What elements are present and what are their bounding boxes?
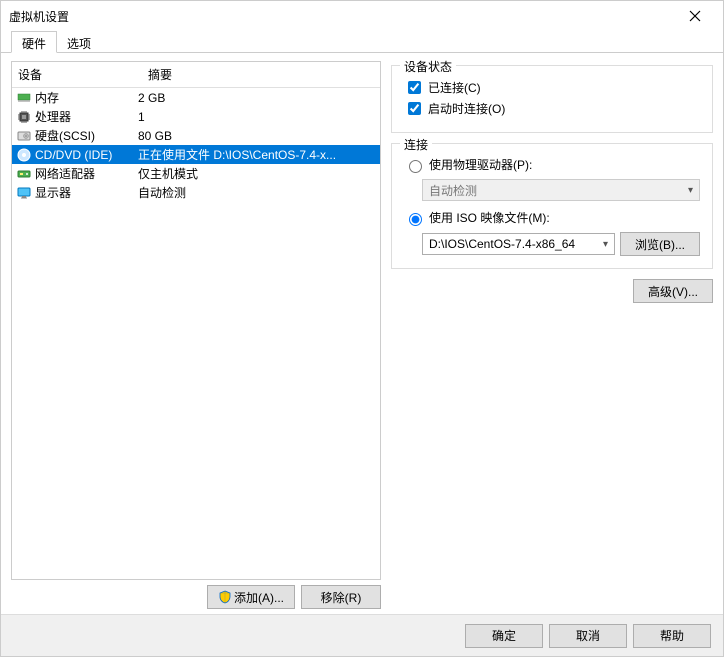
device-row[interactable]: 处理器 1 <box>12 107 380 126</box>
device-summary: 80 GB <box>138 129 376 143</box>
connected-label: 已连接(C) <box>428 79 481 96</box>
use-physical-radio-row[interactable]: 使用物理驱动器(P): <box>404 156 700 173</box>
help-button[interactable]: 帮助 <box>633 624 711 648</box>
net-icon <box>16 167 32 181</box>
dialog-button-bar: 确定 取消 帮助 <box>1 614 723 656</box>
device-row[interactable]: 网络适配器 仅主机模式 <box>12 164 380 183</box>
device-summary: 1 <box>138 110 376 124</box>
connected-checkbox-row[interactable]: 已连接(C) <box>404 78 700 97</box>
titlebar: 虚拟机设置 <box>1 1 723 31</box>
device-summary: 自动检测 <box>138 184 376 201</box>
disk-icon <box>16 129 32 143</box>
device-state-legend: 设备状态 <box>400 58 456 75</box>
browse-button[interactable]: 浏览(B)... <box>620 232 700 256</box>
ok-button-label: 确定 <box>492 627 516 644</box>
connected-checkbox[interactable] <box>408 81 421 94</box>
device-name: 处理器 <box>35 108 71 125</box>
connect-poweron-checkbox[interactable] <box>408 102 421 115</box>
connection-group: 连接 使用物理驱动器(P): 自动检测 ▾ 使用 ISO 映像文件(M): D:… <box>391 143 713 269</box>
cpu-icon <box>16 110 32 124</box>
tab-options[interactable]: 选项 <box>56 31 102 53</box>
shield-icon <box>218 590 232 604</box>
close-icon[interactable] <box>675 2 715 30</box>
device-name: 网络适配器 <box>35 165 95 182</box>
tab-bar: 硬件 选项 <box>1 31 723 53</box>
use-iso-label: 使用 ISO 映像文件(M): <box>429 209 550 226</box>
device-row[interactable]: 内存 2 GB <box>12 88 380 107</box>
help-button-label: 帮助 <box>660 627 684 644</box>
device-state-group: 设备状态 已连接(C) 启动时连接(O) <box>391 65 713 133</box>
chevron-down-icon[interactable]: ▾ <box>603 239 608 250</box>
add-button[interactable]: 添加(A)... <box>207 585 295 609</box>
device-summary: 仅主机模式 <box>138 165 376 182</box>
chevron-down-icon: ▾ <box>688 185 693 196</box>
iso-path-combo[interactable]: D:\IOS\CentOS-7.4-x86_64 ▾ <box>422 233 615 255</box>
display-icon <box>16 186 32 200</box>
physical-drive-combo: 自动检测 ▾ <box>422 179 700 201</box>
iso-path-value: D:\IOS\CentOS-7.4-x86_64 <box>429 237 575 251</box>
cancel-button-label: 取消 <box>576 627 600 644</box>
device-name: 硬盘(SCSI) <box>35 127 95 144</box>
tab-hardware[interactable]: 硬件 <box>11 31 57 53</box>
device-summary: 正在使用文件 D:\IOS\CentOS-7.4-x... <box>138 146 376 163</box>
cd-icon <box>16 148 32 162</box>
use-physical-radio[interactable] <box>409 160 422 173</box>
remove-button[interactable]: 移除(R) <box>301 585 381 609</box>
connection-legend: 连接 <box>400 136 432 153</box>
device-row[interactable]: CD/DVD (IDE) 正在使用文件 D:\IOS\CentOS-7.4-x..… <box>12 145 380 164</box>
device-row[interactable]: 显示器 自动检测 <box>12 183 380 202</box>
window-title: 虚拟机设置 <box>9 8 675 25</box>
device-list-header: 设备 摘要 <box>12 62 380 88</box>
memory-icon <box>16 91 32 105</box>
connect-poweron-label: 启动时连接(O) <box>428 100 505 117</box>
add-button-label: 添加(A)... <box>234 589 284 606</box>
device-name: 内存 <box>35 89 59 106</box>
physical-drive-value: 自动检测 <box>429 182 477 199</box>
advanced-button[interactable]: 高级(V)... <box>633 279 713 303</box>
remove-button-label: 移除(R) <box>321 589 362 606</box>
browse-button-label: 浏览(B)... <box>635 236 685 253</box>
device-name: CD/DVD (IDE) <box>35 148 112 162</box>
device-list: 设备 摘要 内存 2 GB 处理器 1 硬盘(SCSI) 80 GB CD/DVD (IDE… <box>11 61 381 580</box>
column-device: 设备 <box>12 62 142 87</box>
advanced-button-label: 高级(V)... <box>648 283 698 300</box>
device-name: 显示器 <box>35 184 71 201</box>
ok-button[interactable]: 确定 <box>465 624 543 648</box>
cancel-button[interactable]: 取消 <box>549 624 627 648</box>
device-row[interactable]: 硬盘(SCSI) 80 GB <box>12 126 380 145</box>
use-iso-radio-row[interactable]: 使用 ISO 映像文件(M): <box>404 209 700 226</box>
connect-poweron-checkbox-row[interactable]: 启动时连接(O) <box>404 99 700 118</box>
use-iso-radio[interactable] <box>409 213 422 226</box>
column-summary: 摘要 <box>142 62 380 87</box>
device-summary: 2 GB <box>138 91 376 105</box>
use-physical-label: 使用物理驱动器(P): <box>429 156 532 173</box>
